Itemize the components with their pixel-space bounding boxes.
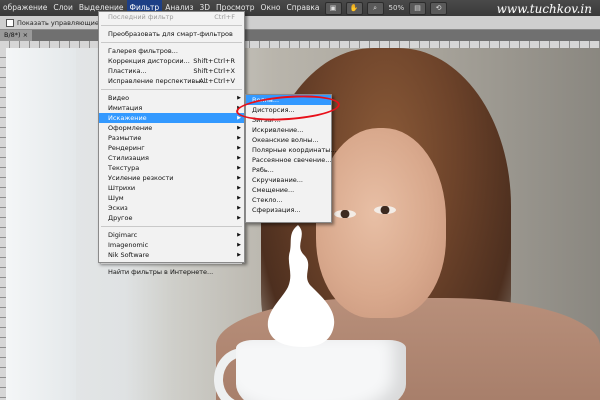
menu-item-plugin[interactable]: Nik Software ▶ <box>99 250 244 260</box>
document-tab-row: В/8*) × <box>0 30 600 41</box>
menu-item-last-filter: Последний фильтр Ctrl+F <box>99 12 244 22</box>
menu-item-group[interactable]: Оформление ▶ <box>99 123 244 133</box>
screen-mode-icon[interactable]: ▣ <box>324 1 342 15</box>
submenu-arrow-icon: ▶ <box>237 242 241 248</box>
rotate-view-icon[interactable]: ⟲ <box>430 1 448 15</box>
menu-item-group[interactable]: Штрихи ▶ <box>99 183 244 193</box>
menu-item-vanishing-point[interactable]: Исправление перспективы... Alt+Ctrl+V <box>99 76 244 86</box>
menu-item-browse-filters-online[interactable]: Найти фильтры в Интернете... <box>99 267 244 277</box>
menu-item-label: Другое <box>108 214 133 222</box>
zoom-level[interactable]: 50% <box>386 4 408 12</box>
menu-item-filter-gallery[interactable]: Галерея фильтров... <box>99 46 244 56</box>
photo-eye-right <box>374 206 396 214</box>
steam-shape <box>267 225 335 347</box>
submenu-item[interactable]: Стекло... <box>246 195 331 205</box>
menu-item-group[interactable]: Текстура ▶ <box>99 163 244 173</box>
menu-item-lens-correction[interactable]: Коррекция дисторсии... Shift+Ctrl+R <box>99 56 244 66</box>
menu-item-group[interactable]: Эскиз ▶ <box>99 203 244 213</box>
menu-item-label: Стилизация <box>108 154 149 162</box>
filter-menu: Последний фильтр Ctrl+F Преобразовать дл… <box>98 11 245 276</box>
menu-item-group[interactable]: Видео ▶ <box>99 93 244 103</box>
menu-item-label: Исправление перспективы... <box>108 77 207 85</box>
menu-item-label: Пластика... <box>108 67 147 75</box>
menu-item-group[interactable]: Шум ▶ <box>99 193 244 203</box>
menu-help[interactable]: Справка <box>283 0 322 16</box>
submenu-arrow-icon: ▶ <box>237 175 241 181</box>
submenu-item[interactable]: Полярные координаты... <box>246 145 337 155</box>
submenu-arrow-icon: ▶ <box>237 205 241 211</box>
submenu-arrow-icon: ▶ <box>237 232 241 238</box>
hand-tool-icon[interactable]: ✋ <box>345 1 363 15</box>
submenu-item[interactable]: Скручивание... <box>246 175 331 185</box>
menu-item-label: Шум <box>108 194 124 202</box>
submenu-item[interactable]: Океанские волны... <box>246 135 331 145</box>
menu-item-group[interactable]: Стилизация ▶ <box>99 153 244 163</box>
submenu-arrow-icon: ▶ <box>237 155 241 161</box>
menu-item-convert-smart[interactable]: Преобразовать для смарт-фильтров <box>99 29 244 39</box>
menu-separator <box>101 89 242 90</box>
menu-item-label: Digimarc <box>108 231 138 239</box>
menu-item-label: Искажение <box>108 114 147 122</box>
submenu-item[interactable]: Рассеянное свечение... <box>246 155 331 165</box>
submenu-arrow-icon: ▶ <box>237 215 241 221</box>
photo-cup <box>236 340 406 400</box>
menu-separator <box>101 263 242 264</box>
menu-item-label: Эскиз <box>108 204 128 212</box>
menu-item-label: Рендеринг <box>108 144 145 152</box>
menu-item-group[interactable]: Искажение ▶ <box>99 113 244 123</box>
submenu-item[interactable]: Рябь... <box>246 165 331 175</box>
menu-item-label: Nik Software <box>108 251 150 259</box>
menu-item-label: Имитация <box>108 104 143 112</box>
submenu-arrow-icon: ▶ <box>237 135 241 141</box>
menu-item-shortcut: Shift+Ctrl+X <box>193 67 235 75</box>
menu-separator <box>101 42 242 43</box>
menu-item-group[interactable]: Рендеринг ▶ <box>99 143 244 153</box>
menu-item-shortcut: Ctrl+F <box>214 13 235 21</box>
watermark: www.tuchkov.in <box>496 2 592 16</box>
submenu-arrow-icon: ▶ <box>237 165 241 171</box>
menu-image[interactable]: ображение <box>0 0 50 16</box>
menu-item-label: Текстура <box>108 164 140 172</box>
show-controls-checkbox[interactable] <box>6 18 14 27</box>
menu-item-label: Imagenomic <box>108 241 149 249</box>
menu-layers[interactable]: Слои <box>50 0 76 16</box>
menu-item-label: Оформление <box>108 124 153 132</box>
submenu-item[interactable]: Сферизация... <box>246 205 331 215</box>
menu-item-shortcut: Alt+Ctrl+V <box>199 77 235 85</box>
menu-item-plugin[interactable]: Imagenomic ▶ <box>99 240 244 250</box>
photo-eye-left <box>334 210 356 218</box>
submenu-arrow-icon: ▶ <box>237 252 241 258</box>
submenu-arrow-icon: ▶ <box>237 95 241 101</box>
window-background <box>6 48 76 400</box>
menu-item-label: Штрихи <box>108 184 136 192</box>
submenu-item[interactable]: Смещение... <box>246 185 331 195</box>
menu-item-group[interactable]: Имитация ▶ <box>99 103 244 113</box>
menu-item-plugin[interactable]: Digimarc ▶ <box>99 230 244 240</box>
submenu-arrow-icon: ▶ <box>237 145 241 151</box>
menu-item-group[interactable]: Усиление резкости ▶ <box>99 173 244 183</box>
zoom-tool-icon[interactable]: ⌕ <box>366 1 384 15</box>
menu-item-label: Последний фильтр <box>108 13 174 21</box>
submenu-arrow-icon: ▶ <box>237 125 241 131</box>
menu-item-label: Размытие <box>108 134 142 142</box>
submenu-arrow-icon: ▶ <box>237 185 241 191</box>
submenu-arrow-icon: ▶ <box>237 195 241 201</box>
menu-item-shortcut: Shift+Ctrl+R <box>193 57 235 65</box>
arrange-documents-icon[interactable]: ▤ <box>409 1 427 15</box>
submenu-item[interactable]: Искривление... <box>246 125 331 135</box>
horizontal-ruler <box>0 41 600 48</box>
menu-separator <box>101 25 242 26</box>
menu-item-label: Коррекция дисторсии... <box>108 57 190 65</box>
options-bar: Показать управляющие элеме <box>0 16 600 30</box>
document-tab[interactable]: В/8*) × <box>0 30 33 41</box>
menu-item-liquify[interactable]: Пластика... Shift+Ctrl+X <box>99 66 244 76</box>
menu-window[interactable]: Окно <box>258 0 284 16</box>
menu-item-group[interactable]: Другое ▶ <box>99 213 244 223</box>
menu-item-group[interactable]: Размытие ▶ <box>99 133 244 143</box>
menu-item-label: Усиление резкости <box>108 174 174 182</box>
menu-separator <box>101 226 242 227</box>
menu-item-label: Видео <box>108 94 130 102</box>
